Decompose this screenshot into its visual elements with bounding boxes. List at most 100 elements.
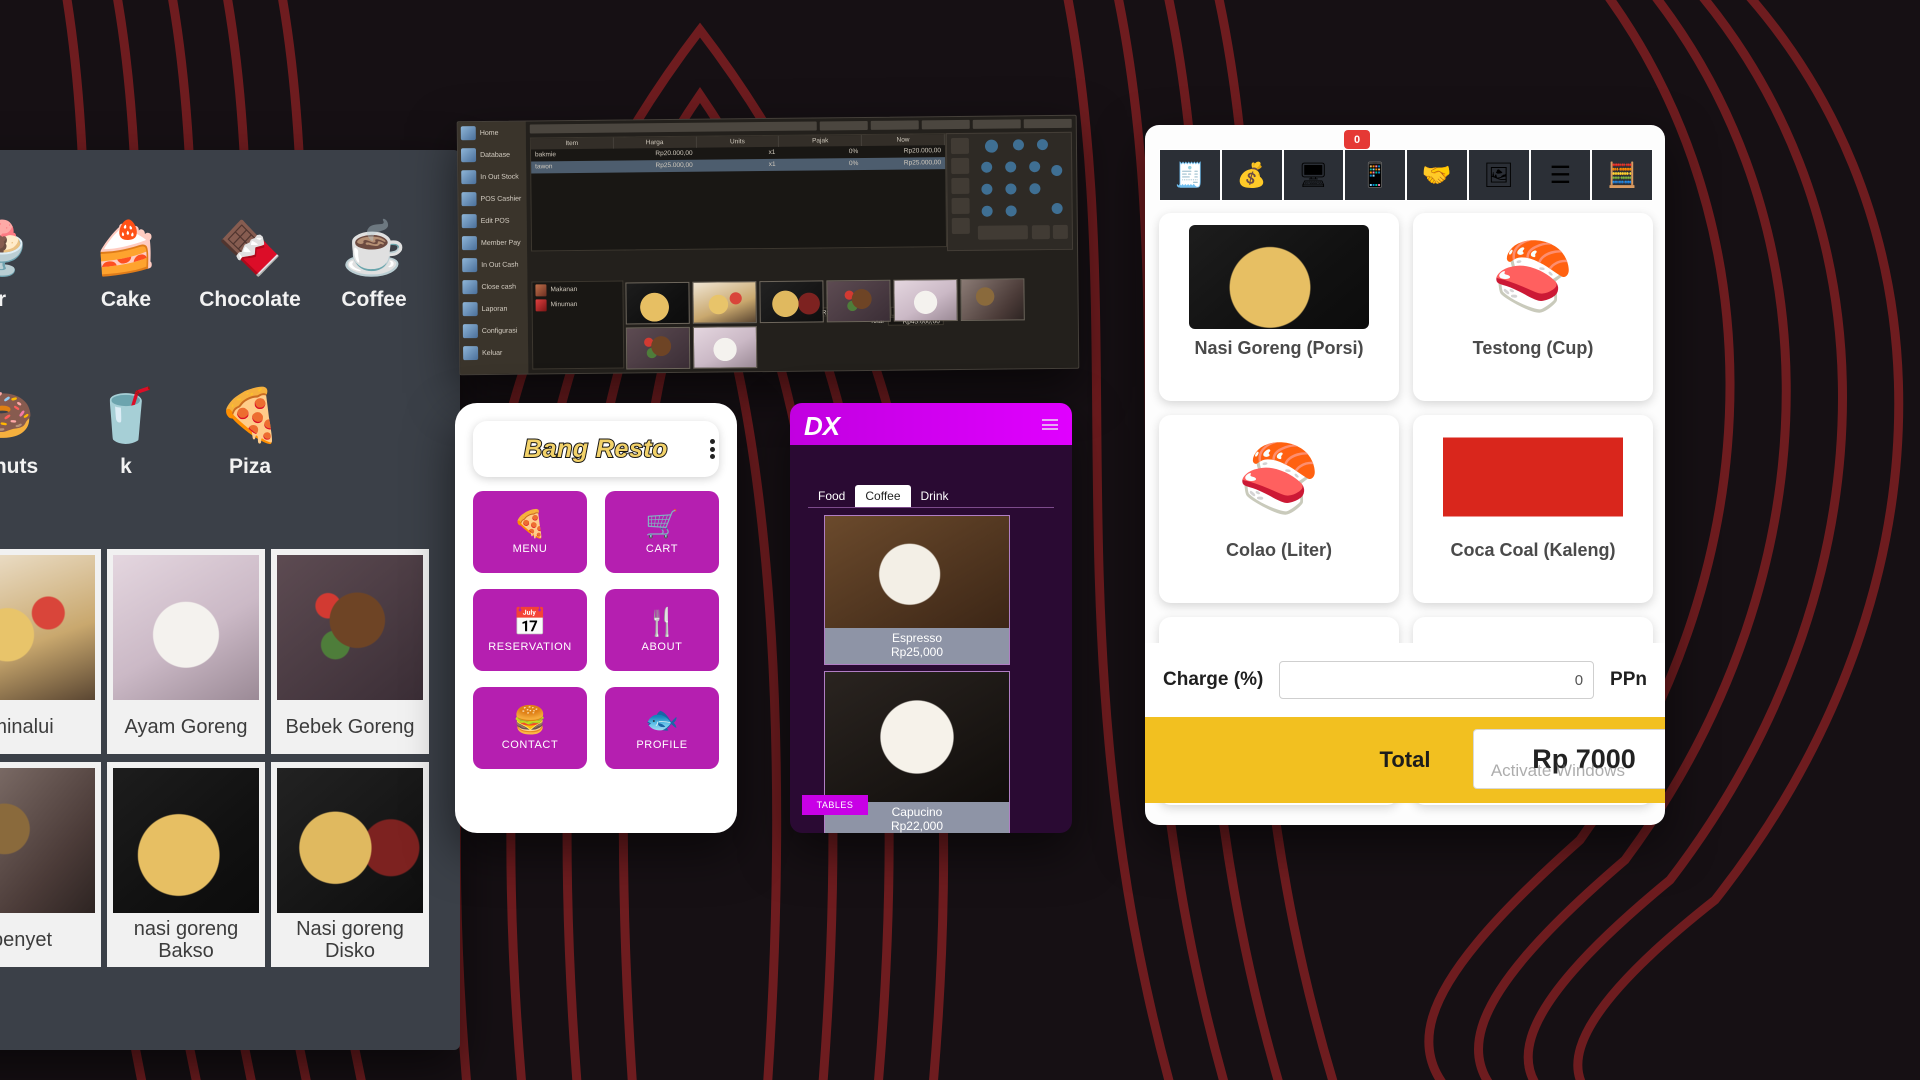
product-card[interactable]: 🍣 Testong (Cup): [1413, 213, 1653, 401]
key-7[interactable]: [1012, 139, 1025, 151]
product-list: Espresso Rp25,000 Capucino Rp22,000: [824, 515, 1010, 833]
toolbar-button[interactable]: [820, 120, 869, 131]
sidebar-item-edit-pos[interactable]: Edit POS: [459, 210, 527, 233]
key-clear[interactable]: [984, 139, 999, 153]
category-item[interactable]: 🍫 Chocolate: [188, 190, 312, 357]
sidebar-item-pos-cashier[interactable]: POS Cashier: [458, 188, 526, 211]
category-item[interactable]: ☕ Coffee: [312, 190, 436, 357]
sidebar-item-close-cash[interactable]: Close cash: [459, 276, 527, 299]
sidebar-item-configurasi[interactable]: Configurasi: [460, 320, 528, 343]
key-2[interactable]: [1005, 183, 1017, 195]
key-3[interactable]: [1029, 183, 1041, 195]
sidebar-item-laporan[interactable]: Laporan: [460, 298, 528, 321]
app-logo-text: DX: [804, 411, 841, 441]
profile-button[interactable]: 🐟 PROFILE: [605, 687, 719, 769]
contact-button[interactable]: 🍔 CONTACT: [473, 687, 587, 769]
list-item[interactable]: nasi goreng Bakso: [104, 758, 268, 971]
toolbar-button[interactable]: [921, 119, 970, 130]
charge-row: Charge (%) PPn: [1145, 643, 1665, 717]
key-print[interactable]: [1052, 224, 1068, 240]
product-thumbnail[interactable]: [625, 326, 691, 370]
key-9[interactable]: [981, 205, 993, 217]
calculator-icon[interactable]: 🧮: [1591, 149, 1653, 201]
pos-category-makanan[interactable]: Makanan: [532, 282, 622, 298]
pos-category-minuman[interactable]: Minuman: [533, 297, 623, 313]
list-icon[interactable]: ☰: [1529, 149, 1592, 201]
key-down[interactable]: [951, 157, 970, 175]
toolbar-button[interactable]: [871, 120, 920, 130]
sidebar-item-member-pay[interactable]: Member Pay: [459, 232, 527, 255]
category-item[interactable]: 🍰 Cake: [64, 190, 188, 357]
picture-icon[interactable]: 🖼: [1467, 149, 1530, 201]
about-button[interactable]: 🍴 ABOUT: [605, 589, 719, 671]
tab-food[interactable]: Food: [808, 485, 855, 507]
list-item[interactable]: penyet: [0, 758, 104, 971]
money-bag-icon[interactable]: 💰: [1220, 149, 1283, 201]
charge-input[interactable]: [1279, 661, 1595, 699]
product-thumbnail[interactable]: [759, 280, 824, 324]
sidebar-item-database[interactable]: Database: [458, 144, 526, 167]
category-item[interactable]: 🍩 Donuts: [0, 357, 64, 524]
cash-register-icon[interactable]: 🧾: [1159, 149, 1221, 201]
toolbar-field[interactable]: [529, 121, 818, 134]
sidebar-item-keluar[interactable]: Keluar: [460, 342, 528, 365]
product-thumbnail[interactable]: [960, 278, 1025, 321]
sidebar-item-label: Keluar: [482, 349, 503, 357]
key-space-a[interactable]: [977, 225, 1028, 240]
list-item[interactable]: Nasi goreng Disko: [268, 758, 432, 971]
product-thumbnail[interactable]: [692, 326, 758, 369]
sidebar-item-home[interactable]: Home: [458, 122, 526, 145]
key-enter[interactable]: [1051, 202, 1063, 215]
desktop-pos-window: Home Database In Out Stock POS Cashier E…: [456, 114, 1080, 376]
handshake-icon[interactable]: 🤝: [1406, 149, 1468, 201]
sidebar-item-in-out-cash[interactable]: In Out Cash: [459, 254, 527, 277]
sidebar-item-in-out-stock[interactable]: In Out Stock: [458, 166, 526, 189]
sidebar-item-label: Home: [479, 129, 499, 137]
tables-button[interactable]: TABLES: [802, 795, 868, 815]
list-item[interactable]: Bebek Goreng: [268, 545, 432, 758]
tab-drink[interactable]: Drink: [911, 485, 959, 507]
key-6[interactable]: [1029, 161, 1041, 173]
key-1[interactable]: [981, 183, 993, 195]
list-item[interactable]: Espresso Rp25,000: [824, 515, 1010, 665]
product-name: Colao (Liter): [1226, 540, 1332, 560]
mobile-icon[interactable]: 📱: [1344, 149, 1406, 201]
product-card[interactable]: Coca Coal (Kaleng): [1413, 415, 1653, 603]
reservation-button[interactable]: 📅 RESERVATION: [473, 589, 587, 671]
button-label: CONTACT: [501, 738, 559, 751]
toolbar-button[interactable]: [972, 119, 1021, 129]
button-label: ABOUT: [641, 640, 683, 653]
key-edit[interactable]: [951, 177, 970, 195]
list-item[interactable]: minalui: [0, 545, 104, 758]
hamburger-menu-icon[interactable]: [1042, 419, 1058, 430]
category-item[interactable]: 🍨 r: [0, 190, 64, 357]
monitor-icon[interactable]: 🖥: [1282, 149, 1345, 201]
toolbar-button[interactable]: [1023, 118, 1072, 129]
category-item[interactable]: 🍕 Piza: [188, 357, 312, 524]
key-plus[interactable]: [1051, 164, 1063, 177]
cart-button[interactable]: 🛒 CART: [605, 491, 719, 573]
product-thumbnail[interactable]: [893, 279, 958, 322]
key-up[interactable]: [950, 137, 970, 155]
sidebar-item-label: Configurasi: [481, 327, 518, 335]
key-save[interactable]: [951, 217, 970, 235]
product-card[interactable]: 🍣 Colao (Liter): [1159, 415, 1399, 603]
pos-sidebar: Home Database In Out Stock POS Cashier E…: [457, 121, 530, 375]
product-thumbnail[interactable]: [692, 281, 757, 324]
key-delete[interactable]: [951, 197, 970, 215]
edit-pos-icon: [461, 214, 477, 229]
tab-coffee[interactable]: Coffee: [855, 485, 911, 507]
key-0[interactable]: [1005, 205, 1017, 217]
list-item[interactable]: Ayam Goreng: [104, 545, 268, 758]
product-card[interactable]: Nasi Goreng (Porsi): [1159, 213, 1399, 401]
key-8[interactable]: [1036, 139, 1049, 151]
category-item[interactable]: 🥤 k: [64, 357, 188, 524]
product-thumbnail[interactable]: [625, 281, 690, 325]
key-5[interactable]: [1005, 161, 1017, 173]
menu-button[interactable]: 🍕 MENU: [473, 491, 587, 573]
key-4[interactable]: [981, 161, 993, 173]
product-thumbnail[interactable]: [826, 279, 891, 323]
home-icon: [460, 126, 476, 141]
kebab-menu-icon[interactable]: [710, 439, 715, 459]
key-space-b[interactable]: [1031, 225, 1050, 240]
